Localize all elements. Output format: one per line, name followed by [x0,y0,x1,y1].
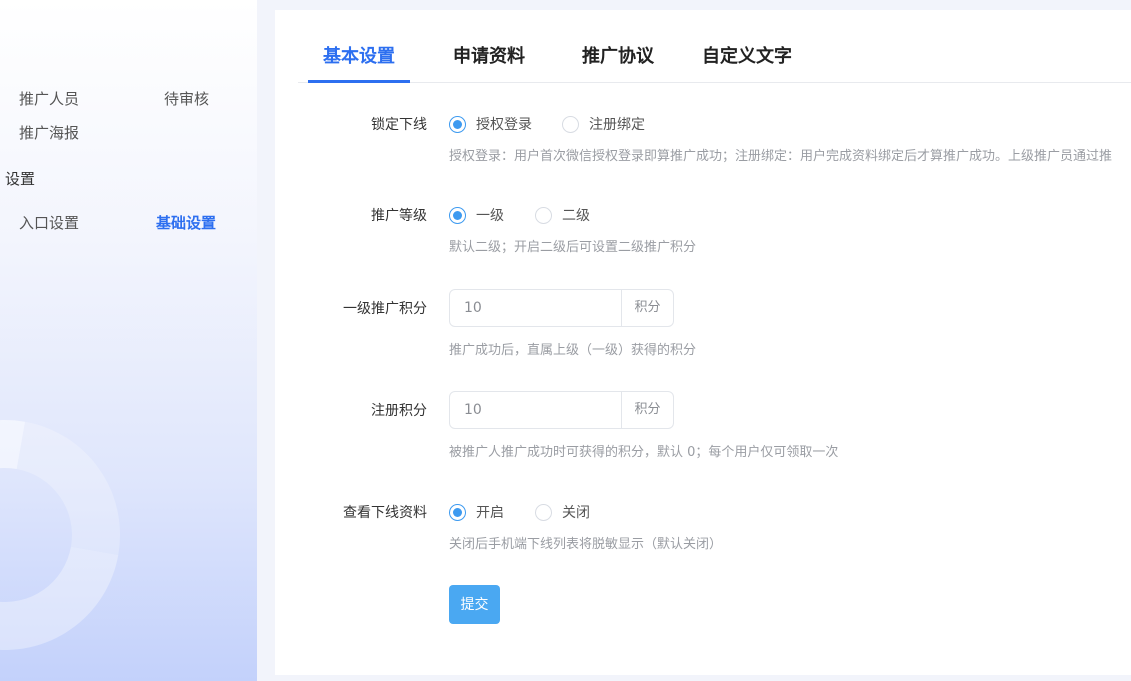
sidebar-group-settings: 设置 [5,170,36,188]
tab-custom-text[interactable]: 自定义文字 [702,10,792,83]
view-downline-label: 查看下线资料 [343,505,427,521]
points-suffix: 积分 [621,392,673,428]
level1-points-input[interactable]: 10 [450,290,621,326]
sidebar-item-promoters[interactable]: 推广人员 [19,88,79,109]
radio-label: 关闭 [562,505,590,521]
level1-points-input-group: 10 积分 [449,289,674,327]
radio-label: 二级 [562,208,590,224]
register-points-hint: 被推广人推广成功时可获得的积分，默认 0；每个用户仅可领取一次 [449,445,839,460]
tab-basic-settings[interactable]: 基本设置 [323,10,395,83]
lock-downline-label: 锁定下线 [371,117,427,133]
radio-unchecked-icon [562,115,579,133]
radio-label: 开启 [476,505,504,521]
radio-unchecked-icon [535,206,552,224]
settings-panel: 基本设置 申请资料 推广协议 自定义文字 锁定下线 授权登录 注册绑定 授权登录… [275,10,1131,675]
promotion-level-label: 推广等级 [371,208,427,224]
tab-application-info[interactable]: 申请资料 [453,10,525,83]
radio-level-two[interactable]: 二级 [535,205,590,225]
level1-points-hint: 推广成功后，直属上级（一级）获得的积分 [449,343,697,358]
sidebar-item-entry-settings[interactable]: 入口设置 [19,212,79,233]
radio-unchecked-icon [535,503,552,521]
radio-disable[interactable]: 关闭 [535,502,590,522]
sidebar-item-pending-review[interactable]: 待审核 [164,88,209,109]
tab-bar: 基本设置 申请资料 推广协议 自定义文字 [298,10,1131,83]
promotion-level-hint: 默认二级；开启二级后可设置二级推广积分 [449,240,697,255]
radio-label: 注册绑定 [589,117,645,133]
radio-checked-icon [449,115,466,133]
sidebar-decoration [0,374,166,681]
radio-label: 授权登录 [476,117,532,133]
sidebar-item-posters[interactable]: 推广海报 [19,122,79,143]
register-points-label: 注册积分 [371,403,427,419]
level1-points-label: 一级推广积分 [343,301,427,317]
lock-downline-hint: 授权登录：用户首次微信授权登录即算推广成功；注册绑定：用户完成资料绑定后才算推广… [449,149,1113,164]
register-points-input-group: 10 积分 [449,391,674,429]
view-downline-hint: 关闭后手机端下线列表将脱敏显示（默认关闭） [449,537,723,552]
tab-promotion-agreement[interactable]: 推广协议 [582,10,654,83]
radio-enable[interactable]: 开启 [449,502,504,522]
sidebar: 推广人员 待审核 推广海报 设置 入口设置 基础设置 [0,0,257,681]
radio-label: 一级 [476,208,504,224]
radio-checked-icon [449,503,466,521]
register-points-input[interactable]: 10 [450,392,621,428]
radio-authorize-login[interactable]: 授权登录 [449,114,532,134]
active-tab-indicator [308,80,410,83]
radio-level-one[interactable]: 一级 [449,205,504,225]
radio-register-bind[interactable]: 注册绑定 [562,114,645,134]
submit-button[interactable]: 提交 [449,585,500,624]
radio-checked-icon [449,206,466,224]
points-suffix: 积分 [621,290,673,326]
sidebar-item-basic-settings[interactable]: 基础设置 [156,212,216,233]
